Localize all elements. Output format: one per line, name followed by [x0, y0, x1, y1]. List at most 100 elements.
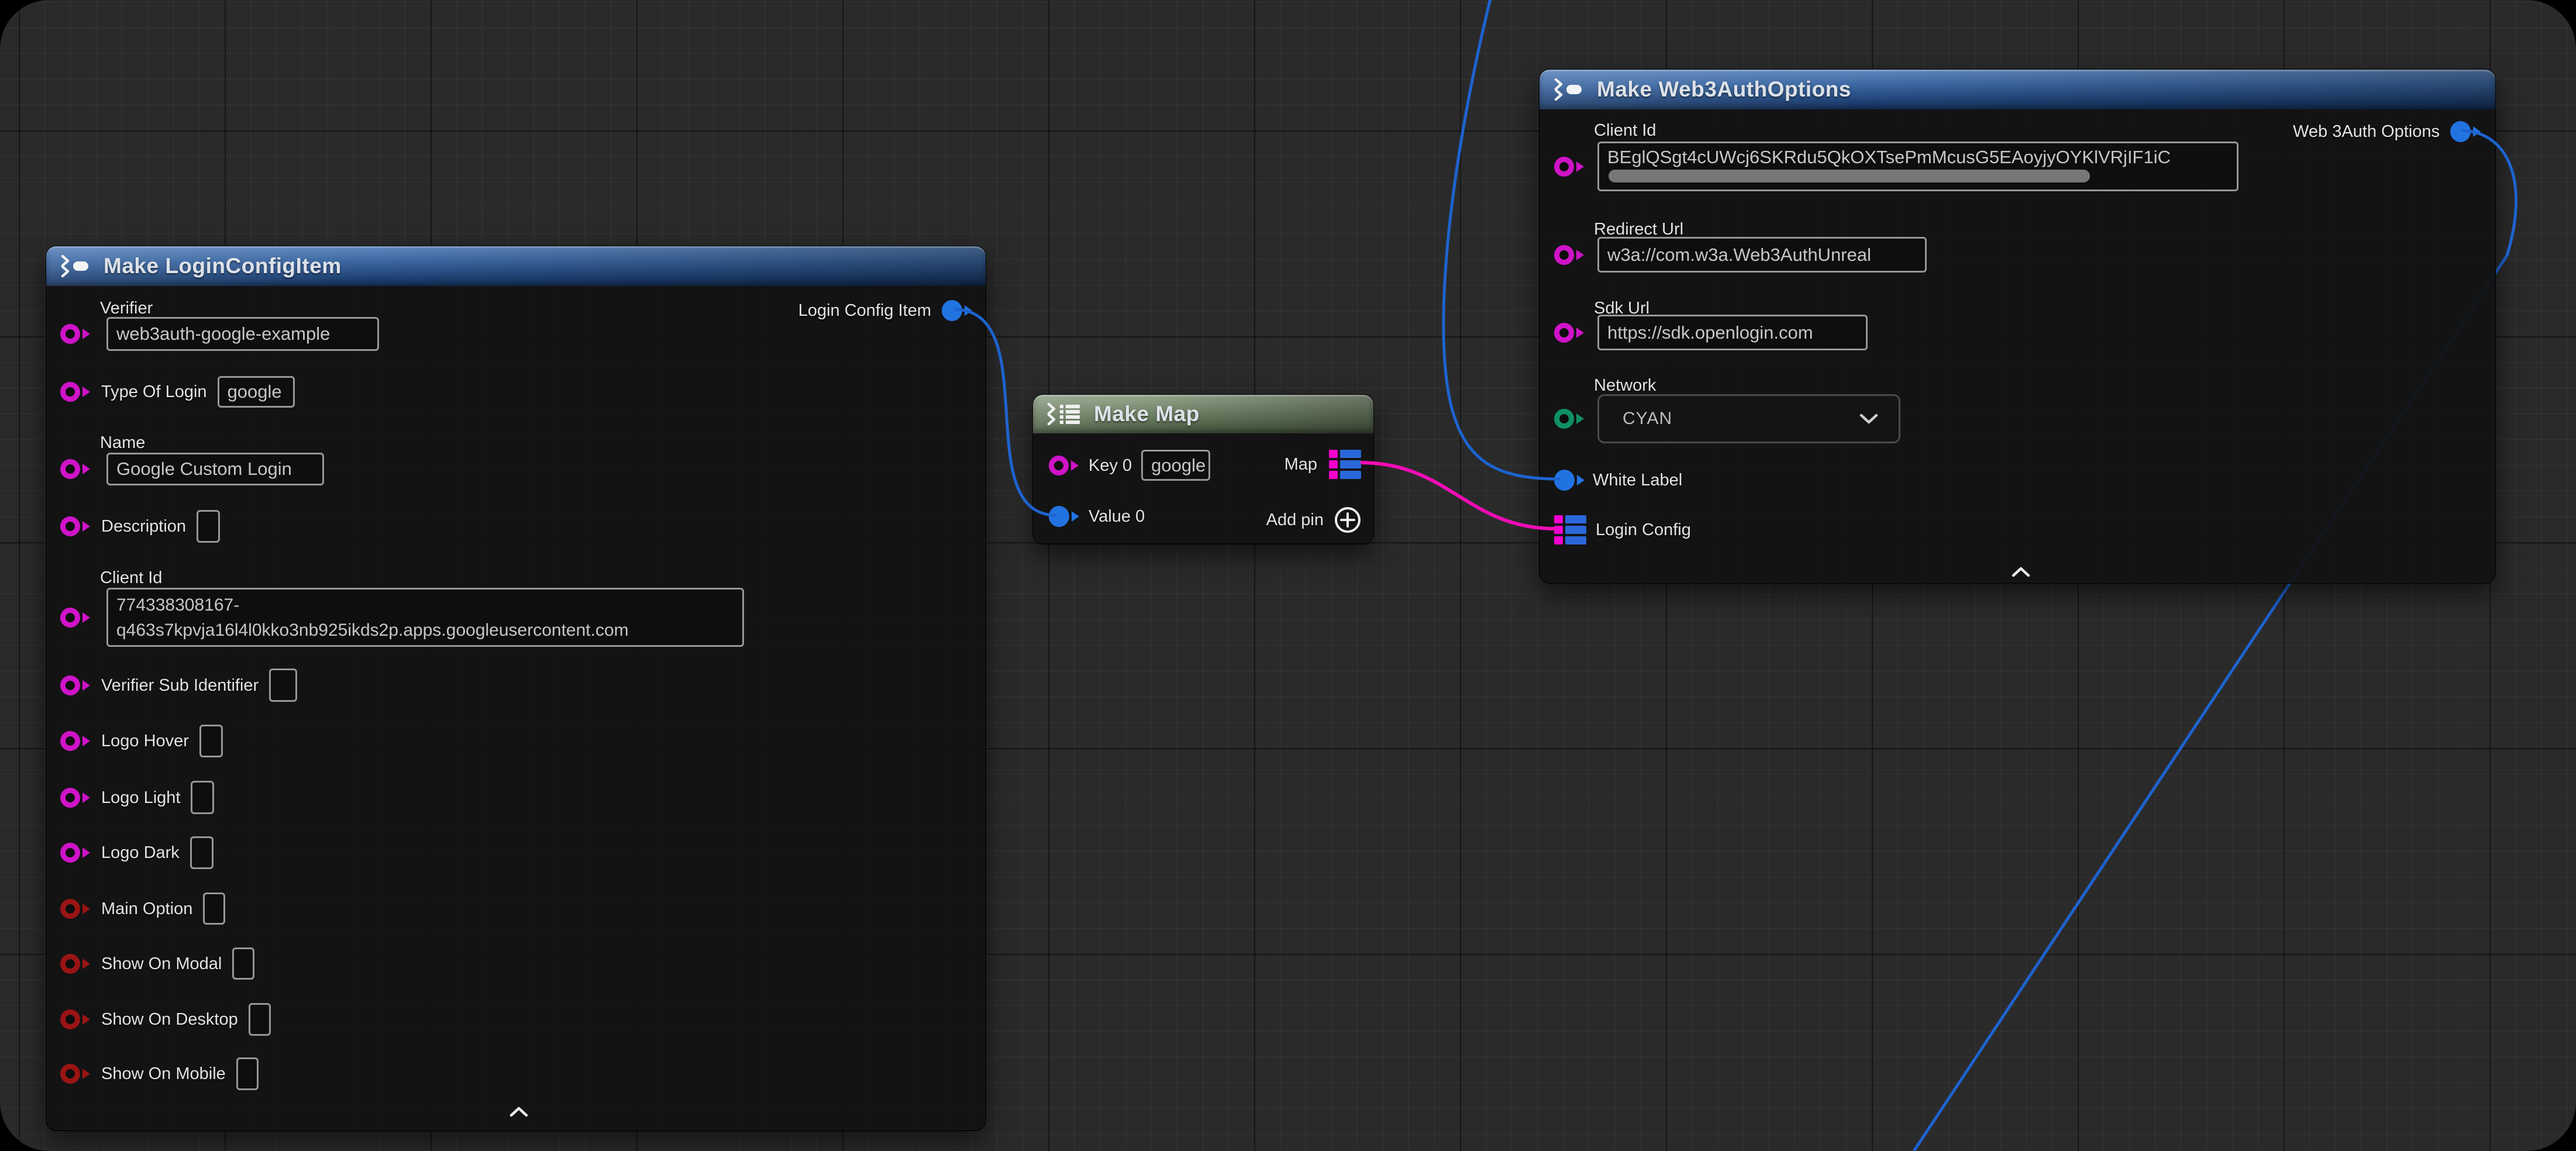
input-pin-key0[interactable] [1049, 456, 1079, 475]
input-pin-logo-light[interactable] [60, 788, 91, 808]
input-pin-client-id[interactable] [60, 608, 91, 628]
pin-row-sdk-url: https://sdk.openlogin.com [1554, 315, 1868, 350]
make-map-icon [1046, 401, 1082, 428]
pin-row-white-label: White Label [1554, 464, 1682, 496]
input-pin-network[interactable] [1554, 409, 1585, 429]
input-pin-type-of-login[interactable] [60, 382, 91, 402]
input-pin-redirect-url[interactable] [1554, 245, 1585, 265]
verifier-input[interactable]: web3auth-google-example [106, 317, 379, 351]
node-title: Make Web3AuthOptions [1597, 77, 1851, 102]
logo-hover-input[interactable] [199, 725, 223, 757]
pin-row-login-config: Login Config [1554, 514, 1691, 546]
client-id-line1: 774338308167- [116, 592, 239, 618]
input-pin-show-on-mobile[interactable] [60, 1064, 91, 1084]
pin-label: Show On Desktop [101, 1008, 238, 1031]
input-pin-description[interactable] [60, 516, 91, 536]
input-pin-verifier[interactable] [60, 324, 91, 344]
pin-label-client-id: Client Id [1594, 119, 1656, 142]
verifier-sub-identifier-input[interactable] [269, 668, 297, 702]
client-id-input[interactable]: BEglQSgt4cUWcj6SKRdu5QkOXTsePmMcusG5EAoy… [1597, 142, 2238, 191]
node-header[interactable]: Make Web3AuthOptions [1540, 70, 2495, 109]
pin-label: Main Option [101, 898, 192, 920]
wire-map-to-loginconfig[interactable] [1361, 463, 1556, 529]
graph-canvas[interactable]: Make LoginConfigItem Login Config Item V… [0, 0, 2576, 1151]
pin-label: Map [1284, 453, 1317, 475]
chevron-up-icon [508, 1106, 529, 1118]
input-pin-sdk-url[interactable] [1554, 323, 1585, 343]
text-scrollbar[interactable] [1609, 170, 2090, 182]
client-id-line2: q463s7kpvja16l4l0kko3nb925ikds2p.apps.go… [116, 618, 629, 643]
pin-row-logo-hover: Logo Hover [60, 725, 223, 757]
add-pin-label: Add pin [1266, 509, 1324, 531]
input-pin-show-on-desktop[interactable] [60, 1009, 91, 1029]
make-struct-icon [59, 253, 92, 279]
node-title: Make Map [1094, 402, 1200, 426]
client-id-text: BEglQSgt4cUWcj6SKRdu5QkOXTsePmMcusG5EAoy… [1607, 147, 2171, 168]
pin-label-name: Name [100, 432, 145, 454]
client-id-input[interactable]: 774338308167- q463s7kpvja16l4l0kko3nb925… [106, 588, 744, 647]
pin-label: Show On Modal [101, 953, 222, 975]
input-pin-name[interactable] [60, 459, 91, 479]
type-of-login-input[interactable]: google [218, 376, 295, 408]
input-pin-login-config[interactable] [1554, 515, 1586, 545]
redirect-url-input[interactable]: w3a://com.w3a.Web3AuthUnreal [1597, 237, 1927, 273]
chevron-down-icon [1859, 413, 1879, 425]
show-on-mobile-checkbox[interactable] [236, 1057, 259, 1090]
pin-row-logo-dark: Logo Dark [60, 836, 213, 869]
pin-label-client-id: Client Id [100, 567, 162, 589]
chevron-up-icon [2010, 566, 2031, 578]
pin-row-web3auth-options-out: Web 3Auth Options [2293, 118, 2481, 145]
pin-row-logo-light: Logo Light [60, 781, 214, 814]
pin-row-verifier-sub-identifier: Verifier Sub Identifier [60, 668, 297, 702]
key0-input[interactable]: google [1141, 450, 1210, 481]
node-make-web3authoptions[interactable]: Make Web3AuthOptions Web 3Auth Options C… [1539, 69, 2496, 584]
make-struct-icon [1552, 77, 1585, 102]
node-header[interactable]: Make LoginConfigItem [46, 246, 986, 286]
collapse-node-button[interactable] [506, 1104, 532, 1119]
pin-label: Key 0 [1089, 454, 1132, 477]
input-pin-client-id[interactable] [1554, 157, 1585, 177]
show-on-modal-checkbox[interactable] [232, 947, 254, 980]
node-make-loginconfigitem[interactable]: Make LoginConfigItem Login Config Item V… [46, 246, 986, 1131]
input-pin-verifier-sub-identifier[interactable] [60, 676, 91, 695]
pin-row-client-id: BEglQSgt4cUWcj6SKRdu5QkOXTsePmMcusG5EAoy… [1554, 142, 2238, 191]
output-pin-map[interactable] [1329, 450, 1361, 479]
input-pin-logo-hover[interactable] [60, 731, 91, 751]
unreal-blueprint-editor: Make LoginConfigItem Login Config Item V… [0, 0, 2576, 1151]
pin-row-map-out: Map [1284, 447, 1361, 481]
pin-row-main-option: Main Option [60, 892, 225, 925]
input-pin-logo-dark[interactable] [60, 843, 91, 863]
pin-label: Show On Mobile [101, 1063, 226, 1085]
pin-label: Web 3Auth Options [2293, 120, 2440, 143]
pin-row-show-on-desktop: Show On Desktop [60, 1003, 271, 1036]
pin-row-client-id: 774338308167- q463s7kpvja16l4l0kko3nb925… [60, 588, 744, 647]
name-input[interactable]: Google Custom Login [106, 453, 324, 485]
pin-row-key0: Key 0 google [1049, 450, 1210, 481]
node-title: Make LoginConfigItem [104, 254, 342, 278]
add-pin-button[interactable]: Add pin [1266, 505, 1362, 535]
input-pin-show-on-modal[interactable] [60, 954, 91, 974]
input-pin-main-option[interactable] [60, 899, 91, 919]
logo-light-input[interactable] [191, 781, 214, 814]
pin-label: Value 0 [1089, 505, 1145, 528]
main-option-checkbox[interactable] [203, 892, 225, 925]
pin-row-value0: Value 0 [1049, 501, 1145, 532]
pin-label: Type Of Login [101, 381, 207, 403]
network-dropdown[interactable]: CYAN [1597, 394, 1900, 443]
node-header[interactable]: Make Map [1033, 395, 1373, 433]
pin-row-verifier: web3auth-google-example [60, 317, 379, 351]
pin-row-network: CYAN [1554, 394, 1900, 443]
sdk-url-input[interactable]: https://sdk.openlogin.com [1597, 315, 1868, 350]
pin-label: Logo Light [101, 787, 180, 809]
logo-dark-input[interactable] [190, 836, 213, 869]
pin-label: Logo Dark [101, 842, 180, 864]
network-selected-value: CYAN [1623, 409, 1672, 429]
node-make-map[interactable]: Make Map Key 0 google Map Value 0 Add pi… [1032, 394, 1374, 545]
collapse-node-button[interactable] [2008, 564, 2034, 580]
pin-row-show-on-mobile: Show On Mobile [60, 1057, 259, 1090]
description-input[interactable] [197, 510, 220, 543]
pin-label-verifier: Verifier [100, 297, 153, 319]
pin-label: Login Config Item [798, 299, 931, 322]
show-on-desktop-checkbox[interactable] [249, 1003, 271, 1036]
plus-circle-icon [1333, 505, 1362, 535]
